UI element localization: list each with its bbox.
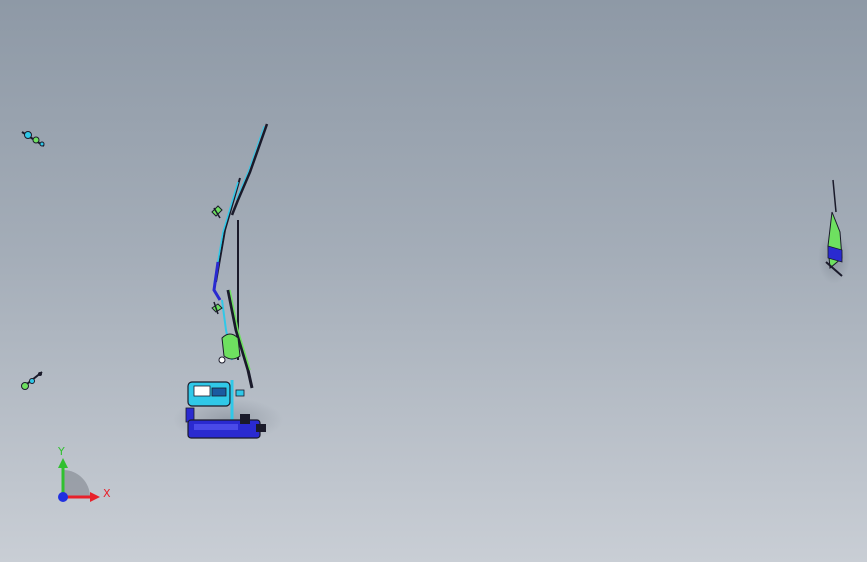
pin-part-lower[interactable] [21, 371, 43, 390]
bolt-part-2[interactable] [211, 301, 223, 315]
graphics-viewport[interactable]: Y X [0, 0, 867, 562]
axis-triad: Y X [57, 445, 111, 502]
x-arrow-head [90, 492, 100, 502]
bolt-part-1[interactable] [211, 205, 223, 219]
x-axis-label: X [103, 487, 111, 500]
model-scene[interactable]: Y X [0, 0, 867, 562]
pin-part-upper[interactable] [21, 131, 45, 147]
small-arm-assembly[interactable] [818, 179, 850, 284]
y-arrow-head [58, 458, 68, 468]
excavator-assembly[interactable] [173, 123, 283, 442]
y-axis-label: Y [57, 445, 65, 458]
z-axis-dot [58, 492, 68, 502]
